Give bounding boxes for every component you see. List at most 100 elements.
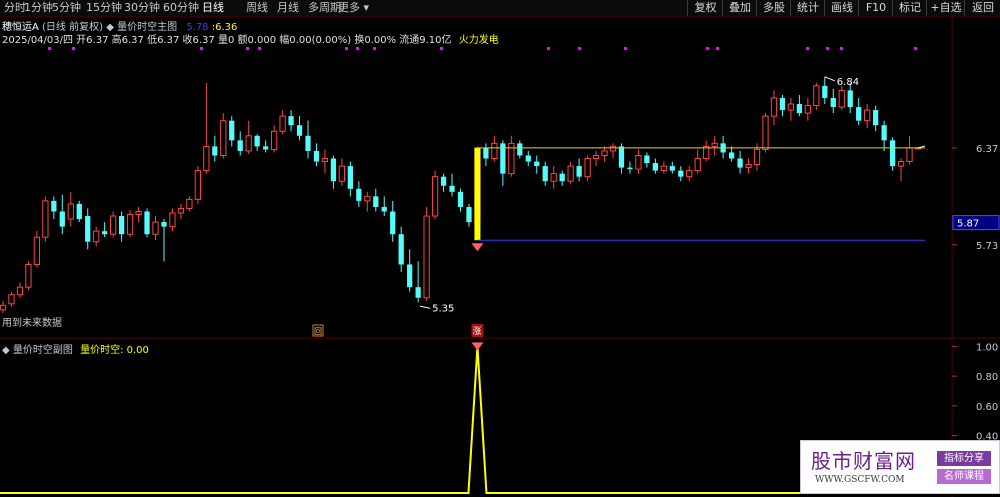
max-label-pointer [824,76,835,82]
candle-body [161,222,167,227]
candle-body [126,214,134,235]
period-tab-6[interactable]: 日线 [202,0,224,16]
watermark-url: WWW.GSCFW.COM [815,475,905,485]
candle-body [0,304,7,311]
sub-indicator-label: 量价时空: [80,345,124,356]
signal-diamond-icon [471,243,484,252]
candle-body [762,115,769,150]
candle-body [449,185,455,192]
period-tab-5[interactable]: 60分钟 [163,0,199,16]
candle-body [270,130,278,150]
signal-dot [72,47,75,50]
quote-line-row: 2025/04/03/四 开6.37 高6.37 低6.37 收6.37 量0 … [2,31,499,46]
candle-body [669,166,675,171]
candle-body [169,212,176,228]
period-tab-9[interactable]: 多周期 [308,0,341,16]
candle-body [229,120,235,141]
sub-panel-title[interactable]: 量价时空副图 [13,345,73,356]
candle-body [466,206,472,223]
quote-line: 2025/04/03/四 开6.37 高6.37 低6.37 收6.37 量0 … [2,35,452,46]
toolbar-button-1[interactable]: 叠加 [722,0,757,16]
candle-body [398,234,404,265]
candle-body [873,110,879,126]
candle-body [279,115,286,132]
candle-body [51,200,57,212]
candle-body [423,215,430,299]
candle-body [373,196,379,207]
period-tab-10[interactable]: 更多 ▾ [338,0,369,16]
candle-body [296,125,303,136]
max-price-label: 6.84 [837,77,859,88]
candle-body [584,158,591,178]
candle-body [118,216,125,235]
period-tab-1[interactable]: 1分钟 [24,0,53,16]
sub-tick-label: 0.80 [976,372,998,383]
candle-body [770,97,778,117]
candle-body [338,165,346,182]
toolbar-button-5[interactable]: F10 [858,0,893,16]
candle-body [711,142,718,147]
chart-canvas: 6.375.735.876.845.35回 涨1.000.800.600.40 [0,17,1000,497]
signal-dot [258,47,261,50]
candle-body [881,125,887,141]
toolbar-button-6[interactable]: 标记 [892,0,927,16]
period-tab-7[interactable]: 周线 [246,0,268,16]
candle-body [822,85,828,98]
rise-marker-text: 涨 [472,326,481,337]
toolbar-button-2[interactable]: 多股 [756,0,791,16]
candle-body [601,150,608,156]
candle-body [144,211,150,235]
candle-body [220,120,227,156]
candle-body [381,206,387,212]
sector-tag[interactable]: 火力发电 [459,35,499,46]
sub-signal-diamond-icon [471,342,484,351]
candle-body [483,147,489,159]
watermark-logo: 股市财富网 WWW.GSCFW.COM 指标分享 名师课程 [800,440,1000,494]
candle-body [847,90,853,108]
candle-body [559,173,565,182]
candle-body [813,85,820,107]
signal-dot [246,47,249,50]
signal-dot [716,47,719,50]
period-tab-3[interactable]: 15分钟 [86,0,122,16]
current-price-label: 5.87 [957,219,979,230]
candle-body [517,143,523,156]
collapse-icon[interactable]: ◆ [2,345,10,356]
candle-body [305,135,311,151]
signal-dot [578,47,581,50]
period-tab-8[interactable]: 月线 [277,0,299,16]
candle-body [152,221,159,235]
period-tab-0[interactable]: 分时 [4,0,26,16]
candle-body [93,230,100,243]
candle-body [330,158,337,182]
candle-body [753,148,761,166]
candle-body [186,198,193,209]
candle-body [415,287,421,298]
sub-header: ◆ 量价时空副图 量价时空: 0.00 [2,341,149,356]
candle-body [194,170,201,200]
period-tab-4[interactable]: 30分钟 [124,0,160,16]
price-tick-label: 5.73 [976,241,998,252]
candle-body [288,116,294,126]
toolbar-button-3[interactable]: 统计 [790,0,825,16]
candle-body [576,166,582,177]
toolbar-button-8[interactable]: 返回 [964,0,1000,16]
toolbar-button-7[interactable]: +自选 [926,0,965,16]
candle-body [779,97,786,111]
period-toolbar: 分时 1分钟 5分钟 15分钟 30分钟 60分钟 日线 周线 月线 多周期 更多 ▾ 复权 叠加 多股统… [0,0,1000,17]
candle-body [440,176,447,186]
candle-body [804,105,811,114]
candle-body [85,216,91,242]
candle-body [694,158,701,172]
toolbar-button-4[interactable]: 画线 [824,0,859,16]
min-label-pointer [420,305,431,309]
signal-dot [706,47,709,50]
candle-body [737,158,743,168]
toolbar-button-0[interactable]: 复权 [687,0,723,16]
sub-tick-label: 0.60 [976,402,998,413]
candle-body [177,207,185,214]
candle-body [33,236,41,265]
candle-body [838,89,845,108]
period-tab-2[interactable]: 5分钟 [52,0,81,16]
candle-body [728,152,735,159]
